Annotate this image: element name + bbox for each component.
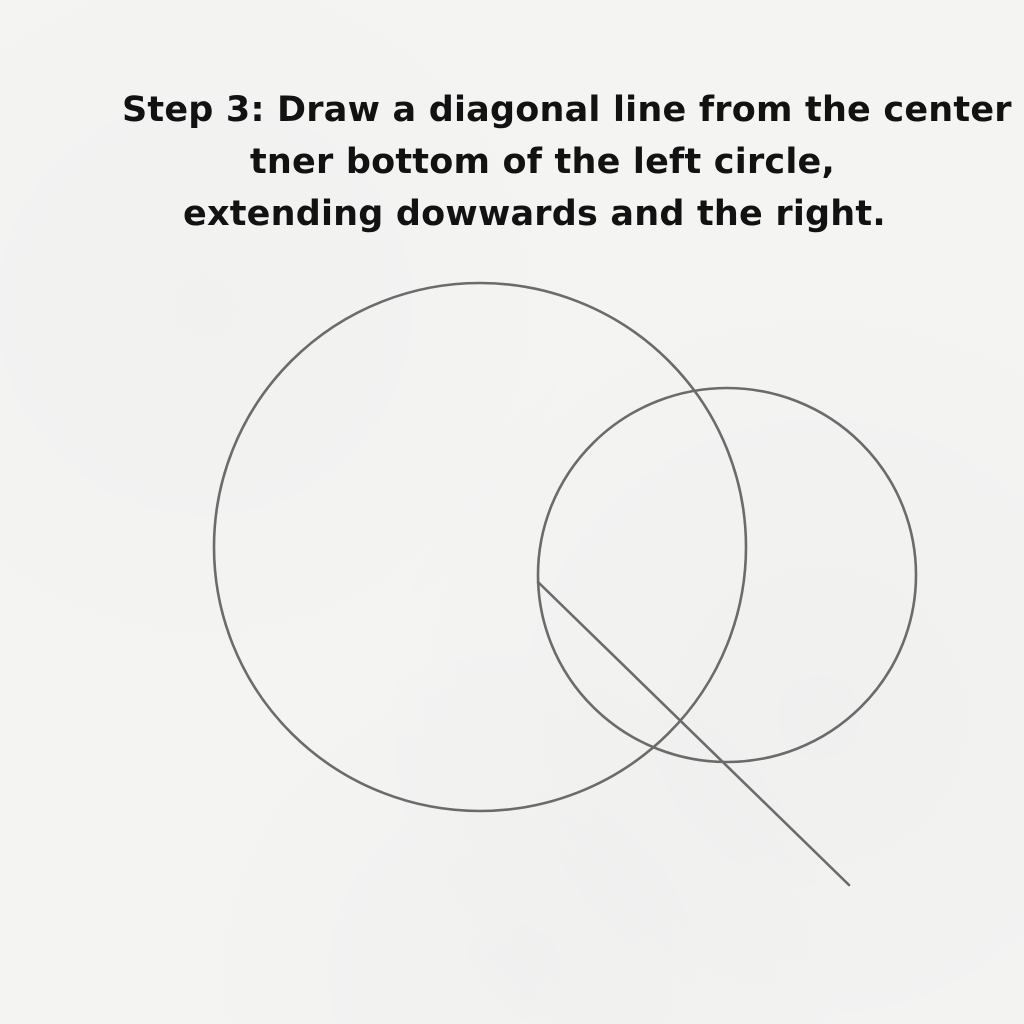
right-circle (536, 386, 918, 764)
sketch-canvas (212, 281, 918, 887)
left-circle (212, 281, 748, 813)
diagonal-line (536, 580, 851, 887)
